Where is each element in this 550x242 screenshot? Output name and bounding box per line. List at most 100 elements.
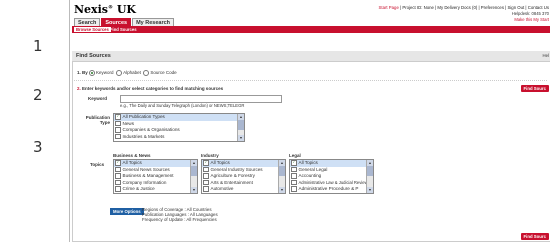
checkbox-icon[interactable]: [203, 186, 209, 192]
topics-industry-list[interactable]: ✓ All Topics General Industry Sources Agr…: [201, 159, 286, 194]
list-item[interactable]: Industries & Markets: [114, 134, 244, 141]
radio-source-code-label: Source Code: [150, 70, 177, 76]
scroll-thumb[interactable]: [279, 166, 285, 176]
publication-type-list[interactable]: ✓ All Publication Types News Companies & …: [113, 113, 245, 142]
list-item-label: General News Sources: [122, 166, 170, 172]
topics-legal-header: Legal: [289, 153, 301, 158]
list-item-label: Accounting: [298, 173, 322, 178]
sign-out-link[interactable]: Sign Out: [507, 5, 524, 10]
list-item-label: Arts & Entertainment: [210, 179, 253, 185]
logo-region: UK: [112, 3, 136, 16]
checkbox-icon[interactable]: [115, 127, 121, 133]
keyword-input[interactable]: [120, 95, 282, 103]
sub-tab-bar: Browse Sources Find Sources: [72, 26, 550, 33]
checkbox-icon[interactable]: [115, 133, 121, 140]
checkbox-icon[interactable]: [291, 186, 297, 192]
radio-keyword-label: Keyword: [96, 70, 114, 76]
checkbox-icon[interactable]: [115, 120, 121, 127]
preferences-link[interactable]: Preferences: [481, 5, 504, 10]
list-item-label: Business & Management: [122, 173, 174, 178]
filter-summary: Regions of Coverage : All Countries Publ…: [142, 207, 218, 223]
scroll-down-icon[interactable]: ▼: [367, 187, 373, 193]
checkbox-icon[interactable]: [115, 179, 121, 186]
keyword-example: e.g., The Daily and Sunday Telegraph (Lo…: [120, 103, 245, 108]
checkbox-icon[interactable]: [203, 166, 209, 173]
scroll-thumb[interactable]: [238, 120, 244, 130]
list-item-label: All Topics: [298, 160, 318, 165]
list-item[interactable]: Administrative Procedure & P: [290, 186, 373, 193]
checkbox-icon[interactable]: ✓: [203, 160, 209, 166]
list-item-label: Automotive: [210, 186, 234, 191]
delivery-docs-link[interactable]: My Delivery Docs (0): [437, 5, 477, 10]
step2-text: Enter keywords and/or select categories …: [82, 86, 224, 91]
checkbox-icon[interactable]: [291, 166, 297, 173]
checkbox-icon[interactable]: [115, 166, 121, 173]
radio-alphabet[interactable]: [116, 70, 123, 76]
find-sources-header: Find Sources Hel: [72, 51, 550, 62]
list-item-label: Industries & Markets: [122, 133, 165, 139]
list-item[interactable]: Crime & Justice: [114, 186, 197, 193]
help-link[interactable]: Hel: [543, 53, 549, 58]
helpdesk-text: Helpdesk: 0845 370: [511, 11, 549, 16]
list-item-label: Companies & Organisations: [122, 127, 180, 132]
checkbox-icon[interactable]: ✓: [115, 114, 121, 120]
checkbox-icon[interactable]: [203, 179, 209, 186]
radio-alphabet-label: Alphabet: [123, 70, 141, 76]
scroll-down-icon[interactable]: ▼: [279, 187, 285, 193]
make-start-page-link[interactable]: Make this My Start: [514, 17, 549, 22]
frequency-update-text: Frequency of Update : All Frequencies: [142, 217, 217, 223]
keyword-label: Keyword: [88, 96, 108, 101]
list-item-label: General Legal: [298, 166, 328, 172]
checkbox-icon[interactable]: ✓: [291, 160, 297, 166]
checkbox-icon[interactable]: ✓: [115, 160, 121, 166]
list-item-label: All Publication Types: [122, 114, 165, 119]
radio-keyword[interactable]: [89, 70, 96, 76]
divider: [74, 80, 547, 81]
step-number-3: 3: [33, 138, 43, 156]
contact-us-link[interactable]: Contact Us: [528, 5, 549, 10]
find-sources-button[interactable]: Find Sourc: [520, 85, 549, 92]
more-options-button[interactable]: More Options: [110, 208, 144, 215]
step-number-2: 2: [33, 86, 43, 104]
topics-business-list[interactable]: ✓ All Topics General News Sources Busines…: [113, 159, 198, 194]
scrollbar[interactable]: ▲ ▼: [278, 160, 285, 193]
scroll-thumb[interactable]: [367, 166, 373, 176]
topics-business-header: Business & News: [113, 153, 151, 158]
subtab-browse-sources[interactable]: Browse Sources: [74, 27, 111, 32]
list-item-label: News: [122, 120, 135, 126]
scroll-down-icon[interactable]: ▼: [238, 135, 244, 141]
logo-text: Nexis: [74, 3, 108, 16]
search-by-label: 1. By: [77, 70, 88, 76]
scrollbar[interactable]: ▲ ▼: [237, 114, 244, 141]
scrollbar[interactable]: ▲ ▼: [366, 160, 373, 193]
step2-number: 2.: [77, 86, 81, 91]
checkbox-icon[interactable]: [291, 173, 297, 179]
find-sources-title: Find Sources: [76, 53, 111, 59]
nexis-logo: Nexis® UK: [74, 3, 136, 16]
list-item-label: Administrative Law & Judicial Review: [298, 179, 368, 185]
scroll-thumb[interactable]: [191, 166, 197, 176]
list-item-label: All Topics: [122, 160, 142, 165]
step2-instruction: 2. Enter keywords and/or select categori…: [77, 86, 223, 91]
publication-type-label: Publication Type: [85, 115, 110, 125]
checkbox-icon[interactable]: [115, 186, 121, 192]
project-id-link[interactable]: Project ID: None: [402, 5, 434, 10]
list-item-label: Crime & Justice: [122, 186, 155, 191]
subtab-find-sources[interactable]: Find Sources: [108, 27, 139, 32]
scrollbar[interactable]: ▲ ▼: [190, 160, 197, 193]
list-item-label: Company Information: [122, 179, 167, 185]
start-page-link[interactable]: Start Page: [379, 5, 399, 10]
top-links: Start Page | Project ID: None | My Deliv…: [378, 5, 549, 10]
list-item-label: All Topics: [210, 160, 230, 165]
radio-source-code[interactable]: [143, 70, 150, 76]
checkbox-icon[interactable]: [291, 179, 297, 185]
checkbox-icon[interactable]: [203, 173, 209, 179]
scroll-down-icon[interactable]: ▼: [191, 187, 197, 193]
topics-label: Topics: [90, 162, 105, 167]
step-number-1: 1: [33, 37, 43, 55]
list-item[interactable]: Automotive: [202, 186, 285, 193]
find-sources-button-bottom[interactable]: Find Sourc: [520, 233, 549, 240]
list-item-label: Agriculture & Forestry: [210, 173, 255, 178]
topics-legal-list[interactable]: ✓ All Topics General Legal Accounting Adm…: [289, 159, 374, 194]
checkbox-icon[interactable]: [115, 173, 121, 179]
